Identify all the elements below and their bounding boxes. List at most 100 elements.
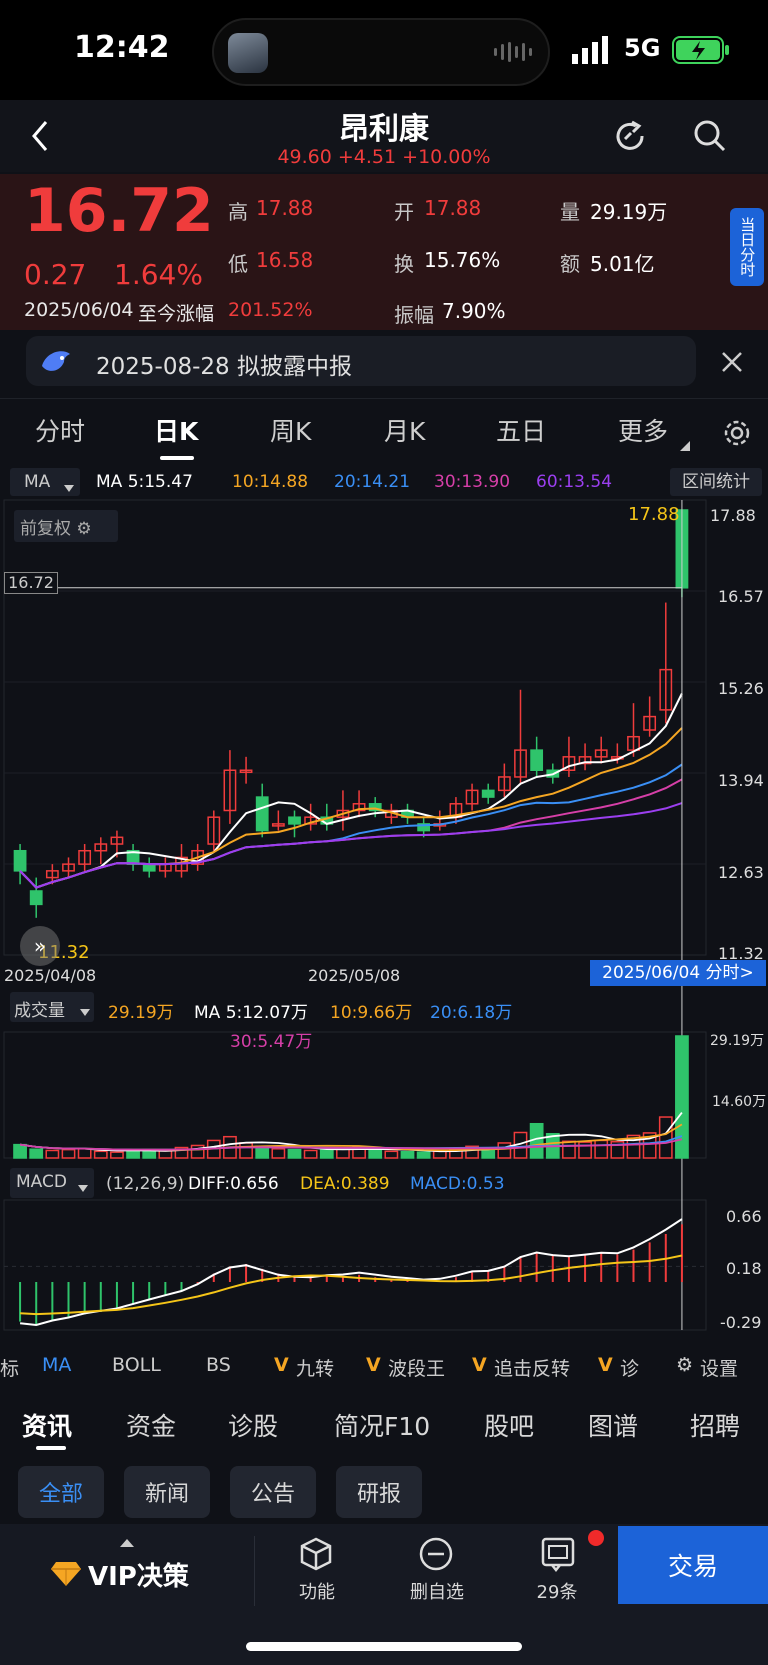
- volume-select-label: 成交量: [14, 1001, 65, 1021]
- filter-all[interactable]: 全部: [18, 1466, 104, 1518]
- volume-bar: [93, 1150, 108, 1159]
- candle-body: [481, 789, 495, 798]
- volume-bar: [497, 1142, 512, 1159]
- volume-bar: [45, 1149, 60, 1159]
- comment-count[interactable]: 29条: [512, 1578, 602, 1604]
- low-value: 16.58: [256, 248, 314, 272]
- tab-more[interactable]: 更多: [618, 412, 668, 448]
- close-icon[interactable]: [720, 350, 744, 374]
- ma5-line: [19, 693, 683, 889]
- macd-diff: DIFF:0.656: [188, 1174, 279, 1194]
- remove-watchlist-label[interactable]: 删自选: [392, 1578, 482, 1604]
- dropdown-icon: [78, 1178, 88, 1192]
- open-value: 17.88: [424, 196, 482, 220]
- section-tab-graph[interactable]: 图谱: [588, 1407, 638, 1443]
- filter-announcements[interactable]: 公告: [230, 1466, 316, 1518]
- intraday-link[interactable]: 2025/06/04 分时>: [590, 960, 766, 986]
- intraday-badge[interactable]: 当日分时: [730, 208, 764, 286]
- ma30-line: [19, 778, 683, 889]
- volume-bar: [190, 1144, 205, 1159]
- cube-icon: [298, 1536, 334, 1572]
- stock-reference-quote: 49.60 +4.51 +10.00%: [277, 146, 491, 168]
- refresh-icon[interactable]: [612, 118, 648, 154]
- section-tab-news[interactable]: 资讯: [22, 1407, 72, 1443]
- filter-news[interactable]: 新闻: [124, 1466, 210, 1518]
- tab-daily-k[interactable]: 日K: [154, 412, 198, 448]
- high-label: 高: [228, 200, 248, 224]
- indicator-ma[interactable]: MA: [42, 1354, 71, 1376]
- trade-button[interactable]: 交易: [618, 1526, 768, 1604]
- tab-intraday[interactable]: 分时: [35, 412, 85, 448]
- divider: [254, 1536, 255, 1606]
- amplitude-label: 振幅: [394, 303, 434, 327]
- volume-bar: [287, 1148, 302, 1159]
- volume-current: 29.19万: [108, 1003, 174, 1023]
- volume-bar: [594, 1139, 609, 1159]
- panel-frame: [3, 499, 707, 956]
- indicator-zhen[interactable]: 诊: [620, 1354, 648, 1381]
- indicator-boduanwang[interactable]: 波段王: [388, 1354, 445, 1381]
- tab-weekly-k[interactable]: 周K: [270, 412, 311, 448]
- indicator-jiuzhuan[interactable]: 九转: [296, 1354, 334, 1381]
- amount-label: 额: [560, 252, 580, 276]
- turnover-value: 15.76%: [424, 248, 501, 272]
- filter-research[interactable]: 研报: [336, 1466, 422, 1518]
- volume-ma10: 10:9.66万: [330, 1003, 413, 1023]
- candle-body: [142, 863, 156, 872]
- volume-ma5: MA 5:12.07万: [194, 1003, 308, 1023]
- indicator-cut[interactable]: 标: [0, 1354, 19, 1381]
- notice-text: 2025-08-28 拟披露中报: [96, 354, 352, 380]
- indicator-bs[interactable]: BS: [206, 1354, 231, 1376]
- status-time: 12:42: [74, 30, 170, 65]
- volume-label: 量: [560, 200, 580, 224]
- since-label: 至今涨幅: [138, 303, 215, 325]
- open-label: 开: [394, 200, 414, 224]
- section-tab-f10[interactable]: 简况F10: [334, 1407, 430, 1443]
- battery-charging-icon: [672, 36, 730, 64]
- section-tab-forum[interactable]: 股吧: [484, 1407, 534, 1443]
- section-tab-jobs[interactable]: 招聘: [690, 1407, 740, 1443]
- macd-y-0: 0.66: [726, 1207, 762, 1226]
- macd-params: (12,26,9): [106, 1174, 185, 1194]
- volume-bar: [658, 1116, 673, 1159]
- section-tab-diagnose[interactable]: 诊股: [228, 1407, 278, 1443]
- signal-icon: [572, 36, 612, 64]
- macd-y-1: 0.18: [726, 1259, 762, 1278]
- amount-value: 5.01亿: [590, 252, 655, 276]
- volume-bar: [77, 1148, 92, 1159]
- vip-v-icon: V: [598, 1354, 613, 1376]
- dropdown-icon: [80, 1002, 90, 1016]
- vip-decision[interactable]: VIP决策: [88, 1556, 189, 1593]
- macd-dea-line: [20, 1254, 683, 1316]
- search-icon[interactable]: [692, 118, 728, 154]
- crosshair-price-label: 16.72: [4, 572, 58, 594]
- kline-chart[interactable]: [0, 462, 768, 1338]
- volume-bar: [319, 1149, 334, 1159]
- chevron-up-icon[interactable]: [120, 1532, 134, 1547]
- vip-v-icon: V: [366, 1354, 381, 1376]
- tab-five-day[interactable]: 五日: [496, 412, 546, 448]
- tab-monthly-k[interactable]: 月K: [384, 412, 425, 448]
- amplitude-value: 7.90%: [442, 299, 506, 323]
- volume-bar: [13, 1143, 27, 1159]
- func-label[interactable]: 功能: [272, 1578, 362, 1604]
- expand-icon[interactable]: »: [20, 926, 60, 966]
- section-tab-funds[interactable]: 资金: [126, 1407, 176, 1443]
- indicator-zhuiji[interactable]: 追击反转: [494, 1354, 570, 1381]
- indicator-settings[interactable]: 设置: [700, 1354, 738, 1381]
- panel-frame: [3, 1031, 707, 1159]
- volume-bar: [29, 1148, 44, 1159]
- low-label: 低: [228, 252, 248, 276]
- y-label-1: 16.57: [718, 587, 764, 606]
- volume-bar: [110, 1151, 124, 1159]
- macd-select-label: MACD: [16, 1172, 67, 1192]
- notification-dot: [588, 1530, 604, 1546]
- macd-value: MACD:0.53: [410, 1174, 505, 1194]
- indicator-boll[interactable]: BOLL: [112, 1354, 161, 1376]
- volume-y-top: 29.19万: [710, 1033, 765, 1049]
- volume-bar: [400, 1150, 415, 1159]
- volume-y-mid: 14.60万: [712, 1094, 767, 1110]
- volume-bar: [432, 1150, 447, 1159]
- chart-settings-icon[interactable]: [722, 418, 752, 448]
- home-indicator: [246, 1642, 522, 1651]
